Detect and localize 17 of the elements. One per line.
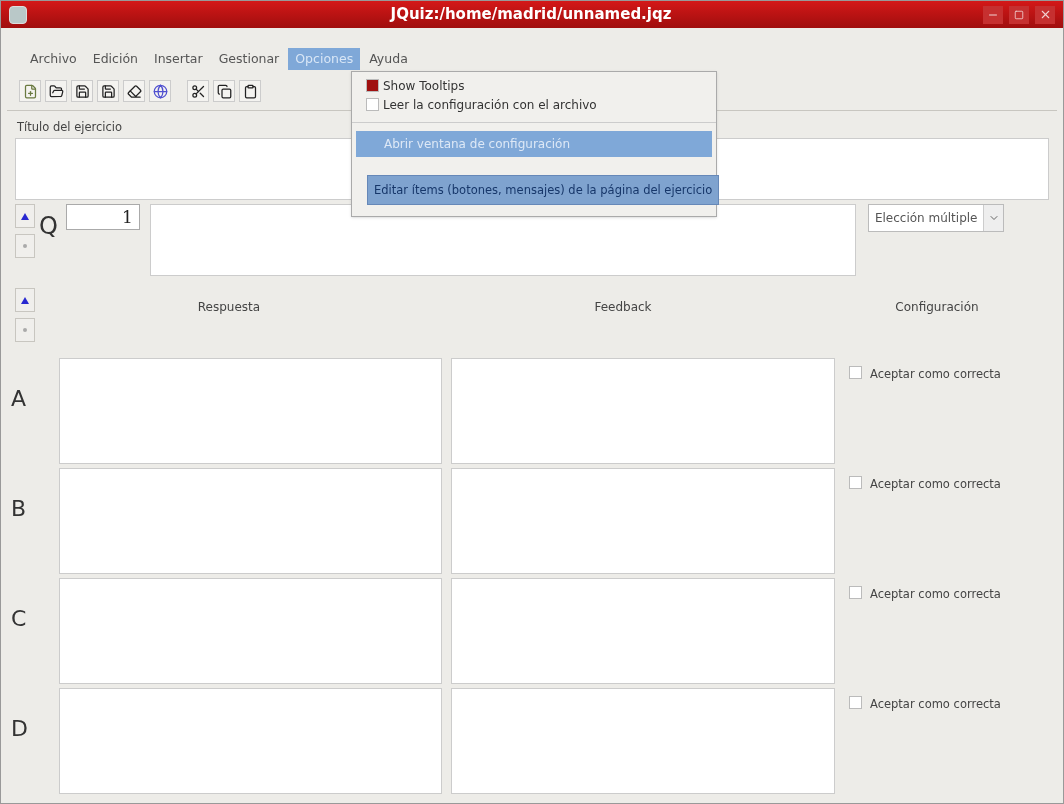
- column-header: Feedback: [593, 299, 653, 317]
- field-label: Título del ejercicio: [17, 119, 123, 136]
- checkbox-label: Aceptar como correcta: [870, 696, 1001, 714]
- menu-option-label: Leer la configuración con el archivo: [383, 96, 597, 114]
- answer-letter: C: [10, 605, 28, 634]
- answer-letter: A: [10, 385, 28, 414]
- answer-letter: B: [10, 495, 28, 524]
- tooltip: Editar ítems (botones, mensajes) de la página del ejercicio: [367, 175, 720, 205]
- menu-option-label: Show Tooltips: [383, 77, 465, 95]
- column-header: Respuesta: [196, 299, 262, 317]
- window-title: JQuiz:/home/madrid/unnamed.jqz: [388, 4, 673, 26]
- checkbox-label: Aceptar como correcta: [870, 586, 1001, 604]
- question-label: Q: [39, 211, 58, 243]
- column-header: Configuración: [894, 299, 980, 317]
- answer-letter: D: [10, 715, 29, 744]
- checkbox-label: Aceptar como correcta: [870, 476, 1001, 494]
- checkbox-label: Aceptar como correcta: [870, 366, 1001, 384]
